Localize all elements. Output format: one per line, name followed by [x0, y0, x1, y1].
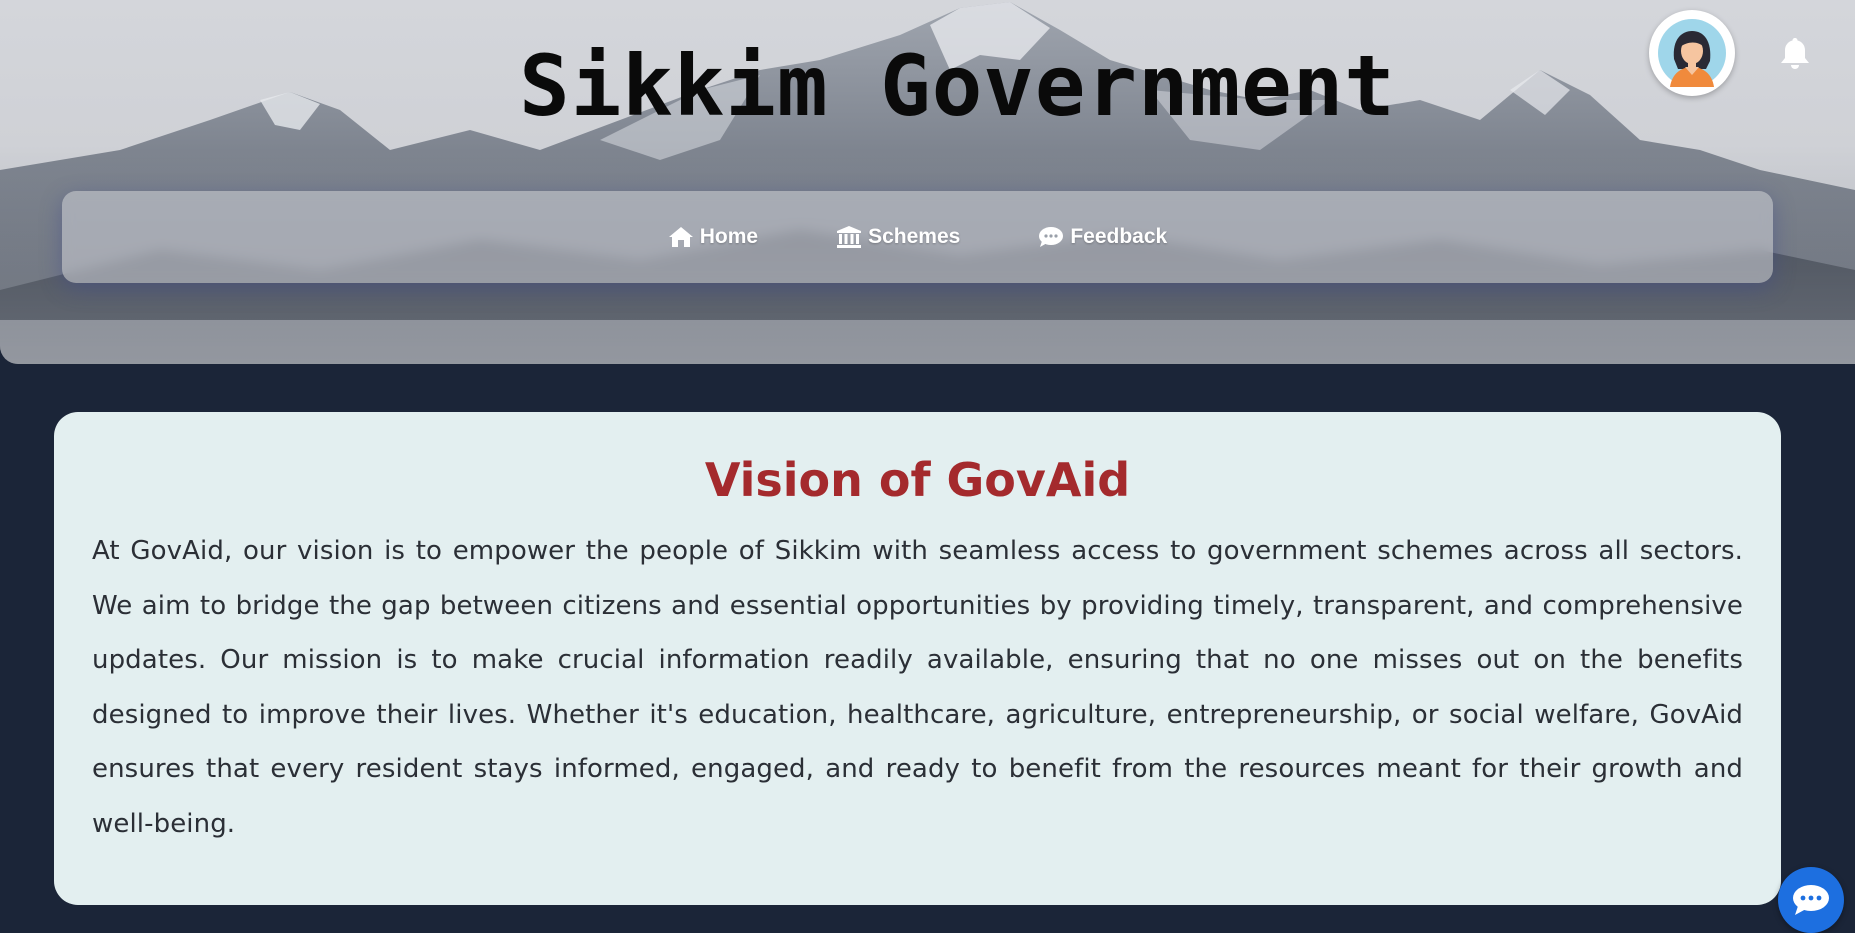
- notifications-button[interactable]: [1779, 36, 1811, 70]
- main-navigation: Home Schemes Feedback: [62, 191, 1773, 283]
- vision-description: At GovAid, our vision is to empower the …: [92, 536, 1743, 839]
- user-avatar-icon: [1658, 19, 1726, 87]
- chat-bubble-icon: [1793, 885, 1829, 915]
- hero-banner: Sikkim Government: [0, 0, 1855, 364]
- nav-item-label: Schemes: [868, 225, 961, 248]
- nav-item-label: Home: [699, 225, 759, 248]
- nav-item-label: Feedback: [1070, 225, 1168, 248]
- home-icon: [668, 227, 693, 247]
- chat-button[interactable]: [1778, 867, 1844, 933]
- nav-item-schemes[interactable]: Schemes: [836, 225, 960, 249]
- bell-icon: [1781, 38, 1809, 69]
- site-title: Sikkim Government: [519, 37, 1396, 135]
- vision-title: Vision of GovAid: [704, 453, 1131, 507]
- vision-card: Vision of GovAid At GovAid, our vision i…: [54, 412, 1781, 905]
- nav-item-home[interactable]: Home: [668, 225, 758, 249]
- nav-item-feedback[interactable]: Feedback: [1038, 225, 1167, 249]
- bank-icon: [837, 226, 862, 248]
- user-avatar-button[interactable]: [1649, 10, 1735, 96]
- comment-icon: [1039, 227, 1064, 247]
